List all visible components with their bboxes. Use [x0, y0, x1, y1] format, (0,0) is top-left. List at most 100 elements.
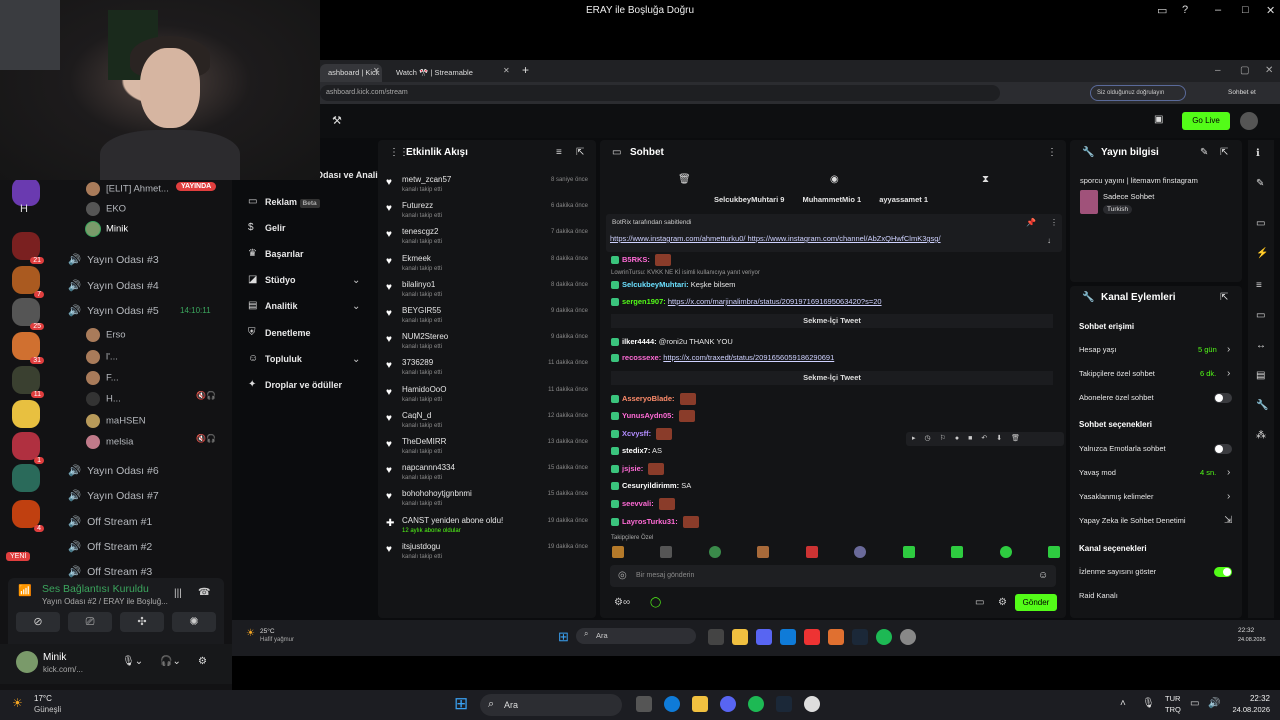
chat-username[interactable]: Cesuryildirimm:: [622, 481, 679, 490]
followers-only-chat-value[interactable]: 6 dk.: [1200, 369, 1216, 378]
chat-username[interactable]: Xcvysff:: [622, 429, 651, 438]
event-row[interactable]: ♥ napcannn4334 kanalı takip etti 15 dakika …: [386, 463, 596, 489]
emote-icon[interactable]: [805, 546, 818, 558]
language-indicator[interactable]: TUR: [1165, 694, 1180, 703]
chat-input[interactable]: ◎ Bir mesaj gönderin ☺: [610, 565, 1056, 587]
folder-icon[interactable]: [732, 629, 748, 645]
keyboard-layout[interactable]: TRQ: [1165, 705, 1181, 714]
activities-button[interactable]: ✣: [120, 612, 164, 632]
top-chatter-3[interactable]: ayyassamet 1: [879, 195, 928, 204]
clock-time[interactable]: 22:32: [1230, 694, 1270, 703]
voice-channel[interactable]: 🔊 Yayın Odası #6: [68, 464, 159, 477]
tool-icon[interactable]: ⚒: [332, 114, 342, 127]
emote-icon[interactable]: [660, 546, 673, 558]
emoji-icon[interactable]: ◎: [618, 570, 627, 581]
video-button[interactable]: ⊘: [16, 612, 60, 632]
pencil-icon[interactable]: ✎: [1256, 178, 1264, 189]
nav-revenue[interactable]: Gelir: [265, 223, 286, 233]
windows-icon[interactable]: ⊞: [558, 629, 569, 645]
search-box[interactable]: Ara: [480, 694, 622, 716]
chevron-right-icon[interactable]: ›: [1227, 344, 1230, 355]
voice-channel[interactable]: 🔊 Off Stream #3: [68, 565, 152, 578]
server-letter[interactable]: H: [20, 203, 28, 215]
chrome-icon[interactable]: [804, 629, 820, 645]
voice-channel[interactable]: 🔊 Yayın Odası #3: [68, 253, 159, 266]
folder-icon[interactable]: [692, 696, 708, 712]
event-row[interactable]: ♥ bohohohoytjgnbnmi kanalı takip etti 15 da…: [386, 489, 596, 515]
slow-mode-value[interactable]: 4 sn.: [1200, 468, 1216, 477]
server-icon[interactable]: 25: [12, 298, 44, 330]
subs-only-toggle[interactable]: [1214, 393, 1232, 403]
nav-achievements[interactable]: Başarılar: [265, 249, 304, 259]
event-row[interactable]: ♥ bilalinyo1 kanalı takip etti 8 dakika önc…: [386, 280, 596, 306]
voice-channel[interactable]: 🔊 Yayın Odası #4: [68, 279, 159, 292]
network-icon[interactable]: ▭: [1190, 698, 1199, 709]
banned-words-label[interactable]: Yasaklanmış kelimeler: [1079, 492, 1153, 501]
emote-icon[interactable]: [612, 546, 624, 558]
weather-temp[interactable]: 17°C: [34, 694, 52, 703]
spotify-icon[interactable]: [876, 629, 892, 645]
chat-username[interactable]: jsjsie:: [622, 464, 643, 473]
spotify-icon[interactable]: [748, 696, 764, 712]
chat-message[interactable]: Xcvysff:: [611, 428, 673, 440]
pinned-link[interactable]: https://www.instagram.com/ahmetturku0/ h…: [610, 234, 941, 243]
stream-category[interactable]: Sadece Sohbet: [1103, 192, 1154, 201]
restore-icon[interactable]: ▢: [1240, 65, 1249, 76]
chevron-down-icon[interactable]: ↓: [1047, 236, 1051, 245]
server-icon[interactable]: [12, 464, 40, 492]
help-icon[interactable]: ?: [1182, 4, 1188, 16]
server-icon[interactable]: 11: [12, 366, 44, 398]
event-row[interactable]: ♥ itsjustdogu kanalı takip etti 19 dakika ö…: [386, 542, 596, 568]
voice-channel[interactable]: 🔊 Off Stream #2: [68, 540, 152, 553]
close-icon[interactable]: ✕: [1266, 4, 1275, 17]
chat-username[interactable]: YunusAydn05:: [622, 411, 674, 420]
filter-icon[interactable]: ≡: [556, 147, 562, 158]
nav-ads[interactable]: Reklam Beta: [265, 197, 320, 208]
settings-icon[interactable]: ⚙∞: [614, 597, 630, 608]
server-icon[interactable]: [12, 400, 40, 428]
event-row[interactable]: ♥ tenescgz2 kanalı takip etti 7 dakika önce: [386, 227, 596, 253]
gear-icon[interactable]: ⚙: [998, 597, 1007, 608]
close-icon[interactable]: ✕: [1265, 65, 1273, 76]
chat-username[interactable]: recossexe:: [622, 353, 661, 362]
show-viewcount-toggle[interactable]: [1214, 567, 1232, 577]
disconnect-icon[interactable]: ☎: [198, 587, 210, 598]
top-chatter-2[interactable]: MuhammetMio 1: [802, 195, 861, 204]
voice-user[interactable]: maHSEN: [86, 414, 146, 428]
screen-share-button[interactable]: ⎚: [68, 612, 112, 632]
chat-message[interactable]: sergen1907: https://x.com/marjinalimbra/…: [611, 297, 882, 307]
tray-chevron-icon[interactable]: ˄: [1120, 698, 1126, 709]
users-icon[interactable]: ⁂: [1256, 430, 1266, 441]
nav-moderation[interactable]: Denetleme: [265, 328, 311, 338]
account-age-value[interactable]: 5 gün: [1198, 345, 1217, 354]
send-button[interactable]: Gönder: [1015, 594, 1057, 611]
obs-icon[interactable]: [900, 629, 916, 645]
chat-message[interactable]: seevvali:: [611, 498, 675, 510]
chat-username[interactable]: LayrosTurku31:: [622, 517, 678, 526]
smile-icon[interactable]: ☺: [1038, 570, 1048, 581]
username[interactable]: Minik: [43, 652, 66, 663]
more-icon[interactable]: ⋮: [1047, 147, 1057, 158]
chat-text[interactable]: https://x.com/marjinalimbra/status/20919…: [668, 297, 882, 306]
clock-date[interactable]: 24.08.2026: [1226, 705, 1270, 714]
emote-icon[interactable]: [1047, 546, 1060, 558]
emote-only-toggle[interactable]: [1214, 444, 1232, 454]
chevron-right-icon[interactable]: ›: [1227, 467, 1230, 478]
chat-message[interactable]: jsjsie:: [611, 463, 665, 475]
emote-icon[interactable]: [902, 546, 915, 558]
event-row[interactable]: ♥ metw_zcan57 kanalı takip etti 8 saniye ön…: [386, 175, 596, 201]
chat-username[interactable]: B5RKS:: [622, 255, 650, 264]
avatar[interactable]: [16, 651, 38, 673]
volume-icon[interactable]: 🔊: [1208, 698, 1220, 709]
server-icon[interactable]: 21: [12, 232, 44, 264]
chat-username[interactable]: seevvali:: [622, 499, 654, 508]
chat-extension[interactable]: Sohbet et: [1214, 85, 1276, 101]
more-icon[interactable]: ⋮: [1050, 218, 1058, 227]
chat-message[interactable]: stedix7: AS: [611, 446, 662, 456]
tab-streamable[interactable]: Watch 🎌 | Streamable: [388, 64, 508, 82]
emote-icon[interactable]: [757, 546, 770, 558]
message-toolbar[interactable]: ▸◷⚐●■↶⬇🗑: [906, 432, 1064, 446]
nav-drops[interactable]: Droplar ve ödüller: [265, 380, 342, 390]
maximize-icon[interactable]: □: [1242, 4, 1249, 16]
voice-channel-path[interactable]: Yayın Odası #2 / ERAY ile Boşluğ...: [42, 597, 168, 606]
